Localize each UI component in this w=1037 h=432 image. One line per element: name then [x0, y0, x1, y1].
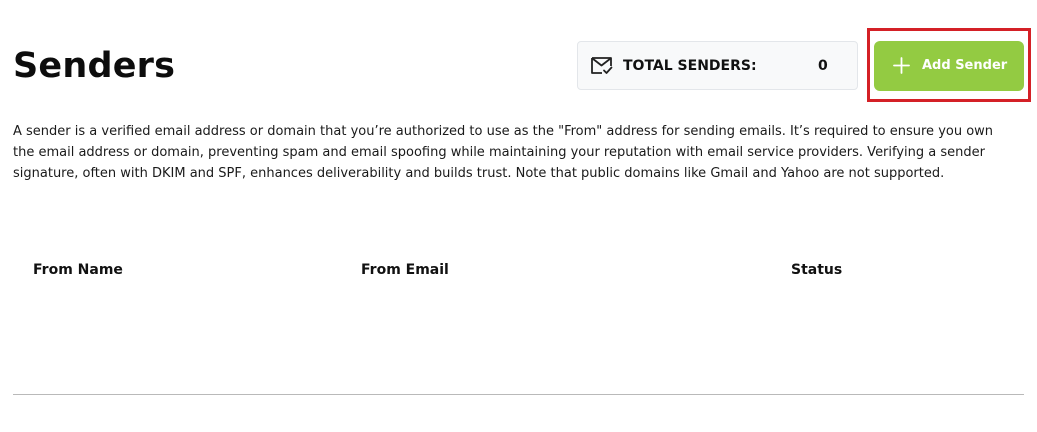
- add-sender-button[interactable]: Add Sender: [874, 41, 1024, 91]
- column-header-status: Status: [791, 262, 843, 278]
- senders-description: A sender is a verified email address or …: [13, 124, 994, 181]
- senders-page: Senders TOTAL SENDERS: 0 Add Sender A se…: [0, 0, 1037, 432]
- add-sender-label: Add Sender: [922, 58, 1008, 73]
- column-header-from-email: From Email: [361, 262, 449, 278]
- column-header-from-name: From Name: [33, 262, 123, 278]
- page-title: Senders: [13, 46, 176, 86]
- total-senders-count: 0: [818, 58, 828, 74]
- total-senders-label: TOTAL SENDERS:: [623, 58, 757, 74]
- mail-check-icon: [590, 56, 614, 76]
- plus-icon: [893, 57, 910, 74]
- senders-table-header: From Name From Email Status: [13, 259, 1024, 281]
- table-divider: [13, 394, 1024, 395]
- total-senders-card: TOTAL SENDERS: 0: [577, 41, 858, 90]
